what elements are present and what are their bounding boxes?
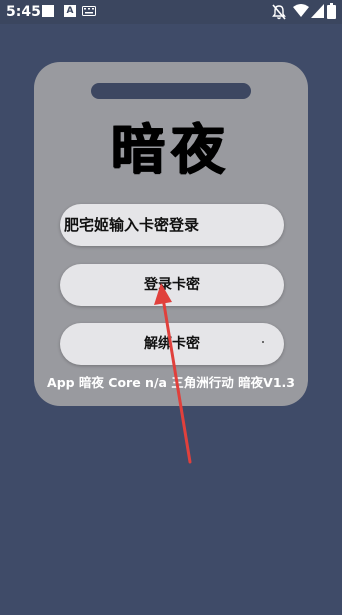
cellular-signal-icon [311, 4, 324, 18]
battery-icon [327, 3, 336, 19]
login-card-key-button[interactable]: 登录卡密 [60, 264, 284, 306]
unbind-button-label: 解绑卡密 [144, 336, 200, 352]
status-time: 5:45 [6, 4, 41, 20]
notification-square-icon [42, 5, 54, 17]
notification-a-icon: A [64, 5, 76, 17]
version-footer: App 暗夜 Core n/a 三角洲行动 暗夜V1.3 [47, 375, 295, 390]
wifi-icon [293, 4, 309, 17]
button-dot-mark [262, 341, 264, 343]
card-key-input[interactable] [60, 204, 284, 246]
unbind-card-key-button[interactable]: 解绑卡密 [60, 323, 284, 365]
app-title: 暗夜 [111, 117, 231, 181]
status-bar: 5:45 A [0, 0, 342, 24]
do-not-disturb-icon [272, 4, 286, 20]
card-handle [91, 83, 251, 99]
login-card: 暗夜 登录卡密 解绑卡密 [34, 62, 308, 406]
keyboard-icon [82, 6, 96, 16]
